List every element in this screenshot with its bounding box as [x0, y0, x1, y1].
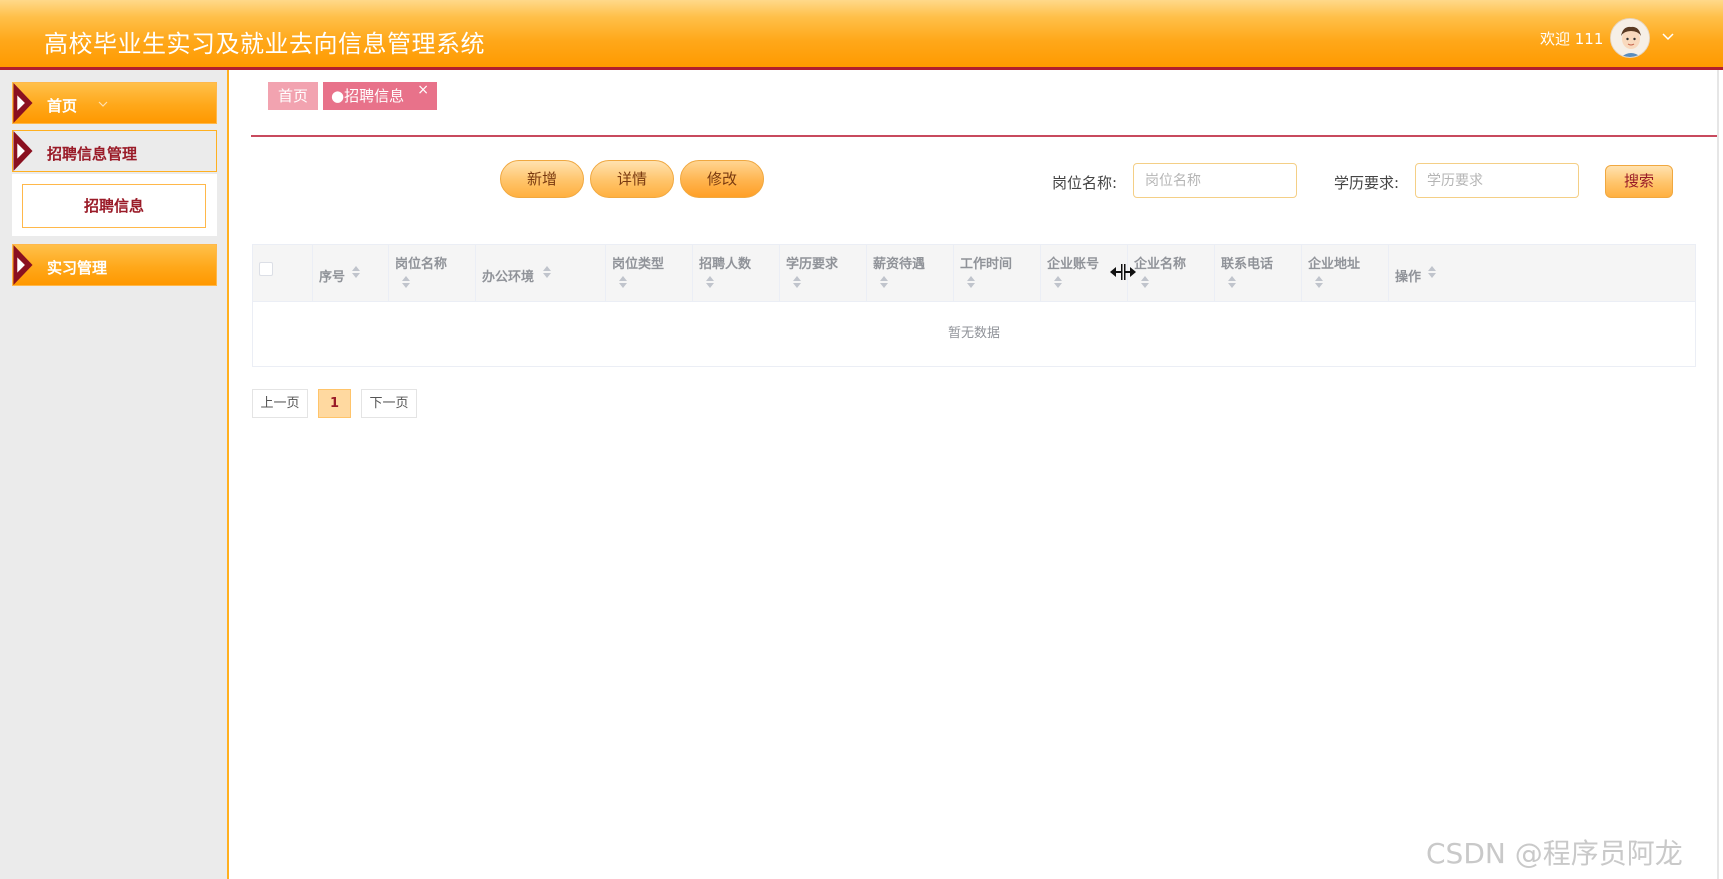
chevron-down-icon[interactable] — [1660, 28, 1676, 44]
column-header[interactable]: 招聘人数 — [693, 245, 780, 302]
sort-icon[interactable] — [1053, 275, 1063, 289]
column-header[interactable]: 工作时间 — [954, 245, 1041, 302]
menu-arrow-icon — [13, 131, 33, 171]
education-label: 学历要求: — [1334, 174, 1400, 192]
watermark: CSDN @程序员阿龙 — [1426, 837, 1683, 870]
column-header[interactable]: 企业地址 — [1302, 245, 1389, 302]
avatar-icon — [1611, 19, 1649, 57]
sort-icon[interactable] — [792, 275, 802, 289]
sidebar-item-internship[interactable]: 实习管理 — [12, 244, 217, 286]
top-header: 高校毕业生实习及就业去向信息管理系统 欢迎 111 — [0, 0, 1723, 70]
scrollbar-track[interactable] — [1717, 70, 1719, 879]
column-header[interactable]: 企业名称 — [1128, 245, 1215, 302]
column-header[interactable]: 联系电话 — [1215, 245, 1302, 302]
sort-icon[interactable] — [705, 275, 715, 289]
sort-icon[interactable] — [966, 275, 976, 289]
empty-state: 暂无数据 — [947, 326, 1000, 341]
sort-icon[interactable] — [1227, 275, 1237, 289]
education-input[interactable] — [1415, 163, 1579, 198]
sort-icon[interactable] — [401, 275, 411, 289]
column-header[interactable]: 操作 — [1389, 245, 1695, 302]
sidebar-item-home[interactable]: 首页 — [12, 82, 217, 124]
current-page-button[interactable]: 1 — [318, 389, 351, 418]
column-header[interactable]: 岗位名称 — [389, 245, 476, 302]
select-all-cell — [253, 245, 313, 302]
next-page-button[interactable]: 下一页 — [361, 389, 417, 418]
sidebar-subitem-recruit-info[interactable]: 招聘信息 — [22, 184, 206, 228]
tab-divider — [251, 135, 1717, 137]
sort-icon[interactable] — [1427, 265, 1437, 279]
sort-icon[interactable] — [879, 275, 889, 289]
menu-arrow-icon — [13, 245, 33, 285]
add-button[interactable]: 新增 — [500, 160, 584, 198]
close-icon[interactable]: × — [417, 76, 429, 104]
chevron-down-icon — [98, 101, 108, 107]
welcome-text: 欢迎 111 — [1540, 30, 1604, 48]
column-header[interactable]: 办公环境 — [476, 245, 606, 302]
position-name-label: 岗位名称: — [1052, 174, 1118, 192]
data-table: 序号 岗位名称 办公环境 岗位类型 招聘人数 学历要求 薪资待遇 工作时间 企业… — [252, 244, 1696, 367]
menu-arrow-icon — [13, 83, 33, 123]
app-title: 高校毕业生实习及就业去向信息管理系统 — [44, 30, 485, 58]
sort-icon[interactable] — [618, 275, 628, 289]
column-header[interactable]: 岗位类型 — [606, 245, 693, 302]
sort-icon[interactable] — [1140, 275, 1150, 289]
sidebar-item-label: 首页 — [47, 97, 78, 115]
sidebar-item-recruit-manage[interactable]: 招聘信息管理 — [12, 130, 217, 172]
detail-button[interactable]: 详情 — [590, 160, 674, 198]
sort-icon[interactable] — [1314, 275, 1324, 289]
tab-home[interactable]: 首页 — [268, 82, 318, 110]
sort-icon[interactable] — [542, 265, 552, 279]
select-all-checkbox[interactable] — [259, 262, 273, 276]
column-header[interactable]: 序号 — [313, 245, 389, 302]
submenu: 招聘信息 — [12, 174, 217, 236]
position-name-input[interactable] — [1133, 163, 1297, 198]
table-header: 序号 岗位名称 办公环境 岗位类型 招聘人数 学历要求 薪资待遇 工作时间 企业… — [253, 245, 1695, 302]
column-resize-cursor-icon — [1110, 264, 1136, 280]
sidebar-item-label: 招聘信息管理 — [47, 145, 138, 163]
tab-label: ●招聘信息 — [331, 87, 405, 105]
sidebar-item-label: 实习管理 — [47, 259, 108, 277]
edit-button[interactable]: 修改 — [680, 160, 764, 198]
tab-recruit-info[interactable]: ●招聘信息 × — [323, 82, 437, 110]
search-button[interactable]: 搜索 — [1605, 165, 1673, 198]
sidebar: 首页 招聘信息管理 招聘信息 实习管理 — [0, 70, 229, 879]
column-header[interactable]: 学历要求 — [780, 245, 867, 302]
column-header[interactable]: 薪资待遇 — [867, 245, 954, 302]
avatar[interactable] — [1610, 18, 1650, 58]
sort-icon[interactable] — [351, 265, 361, 279]
prev-page-button[interactable]: 上一页 — [252, 389, 308, 418]
